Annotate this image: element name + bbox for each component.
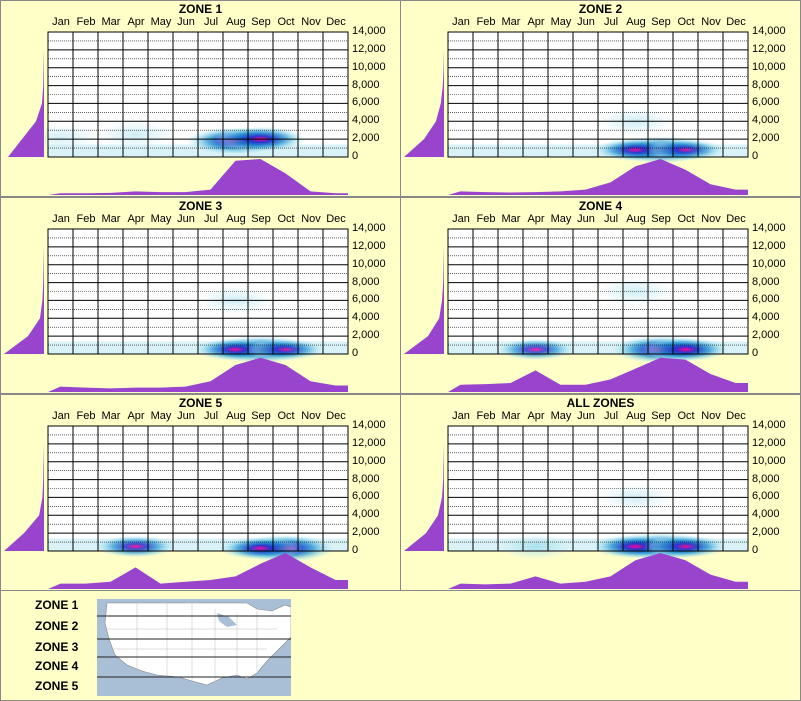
plot-area [8, 31, 349, 195]
zone-label-3: ZONE 3 [35, 640, 79, 654]
plot-area [4, 228, 349, 392]
zone-legend: ZONE 1 ZONE 2 ZONE 3 ZONE 4 ZONE 5 [0, 590, 801, 701]
elevation-profile [8, 32, 44, 157]
heatmap-hotspot [495, 338, 576, 361]
plot-area [404, 31, 749, 195]
us-zone-map [97, 599, 291, 696]
heatmap-hotspot [94, 535, 177, 558]
elevation-profile [4, 426, 44, 551]
monthly-profile [448, 553, 748, 589]
chart-panel: ZONE 5 Jan Feb Mar Apr May Jun Jul Aug Sep Oct Nov D… [0, 394, 401, 591]
monthly-profile [448, 159, 748, 195]
plot-area [404, 425, 749, 589]
elevation-profile [404, 229, 444, 354]
heatmap-hotspot [641, 337, 730, 362]
chart-panel: ZONE 1 Jan Feb Mar Apr May Jun Jul Aug Sep Oct Nov D… [0, 0, 401, 197]
heatmap-hotspot [95, 120, 176, 149]
chart-panel: ZONE 2 Jan Feb Mar Apr May Jun Jul Aug Sep Oct Nov D… [400, 0, 801, 197]
zone-label-2: ZONE 2 [35, 619, 79, 633]
chart-panel: ALL ZONES Jan Feb Mar Apr May Jun Jul Aug Sep Oct N… [400, 394, 801, 591]
heatmap-hotspot [595, 277, 676, 306]
zone-label-1: ZONE 1 [35, 598, 79, 612]
elevation-profile [404, 32, 444, 157]
heatmap-hotspot [495, 532, 576, 561]
elevation-profile [404, 426, 444, 551]
plot-area [404, 228, 749, 392]
monthly-profile [448, 357, 748, 392]
plot-area [4, 425, 349, 589]
monthly-profile [48, 357, 348, 392]
zone-label-4: ZONE 4 [35, 659, 79, 673]
heatmap-hotspot [645, 138, 726, 161]
chart-grid: ZONE 1 Jan Feb Mar Apr May Jun Jul Aug Sep Oct Nov D… [0, 0, 801, 591]
chart-panel: ZONE 3 Jan Feb Mar Apr May Jun Jul Aug Sep Oct Nov D… [0, 197, 401, 394]
chart-panel: ZONE 4 Jan Feb Mar Apr May Jun Jul Aug Sep Oct Nov D… [400, 197, 801, 394]
heatmap-hotspot [245, 338, 326, 361]
elevation-profile [4, 229, 44, 354]
monthly-profile [48, 159, 348, 195]
zone-label-5: ZONE 5 [35, 679, 79, 693]
